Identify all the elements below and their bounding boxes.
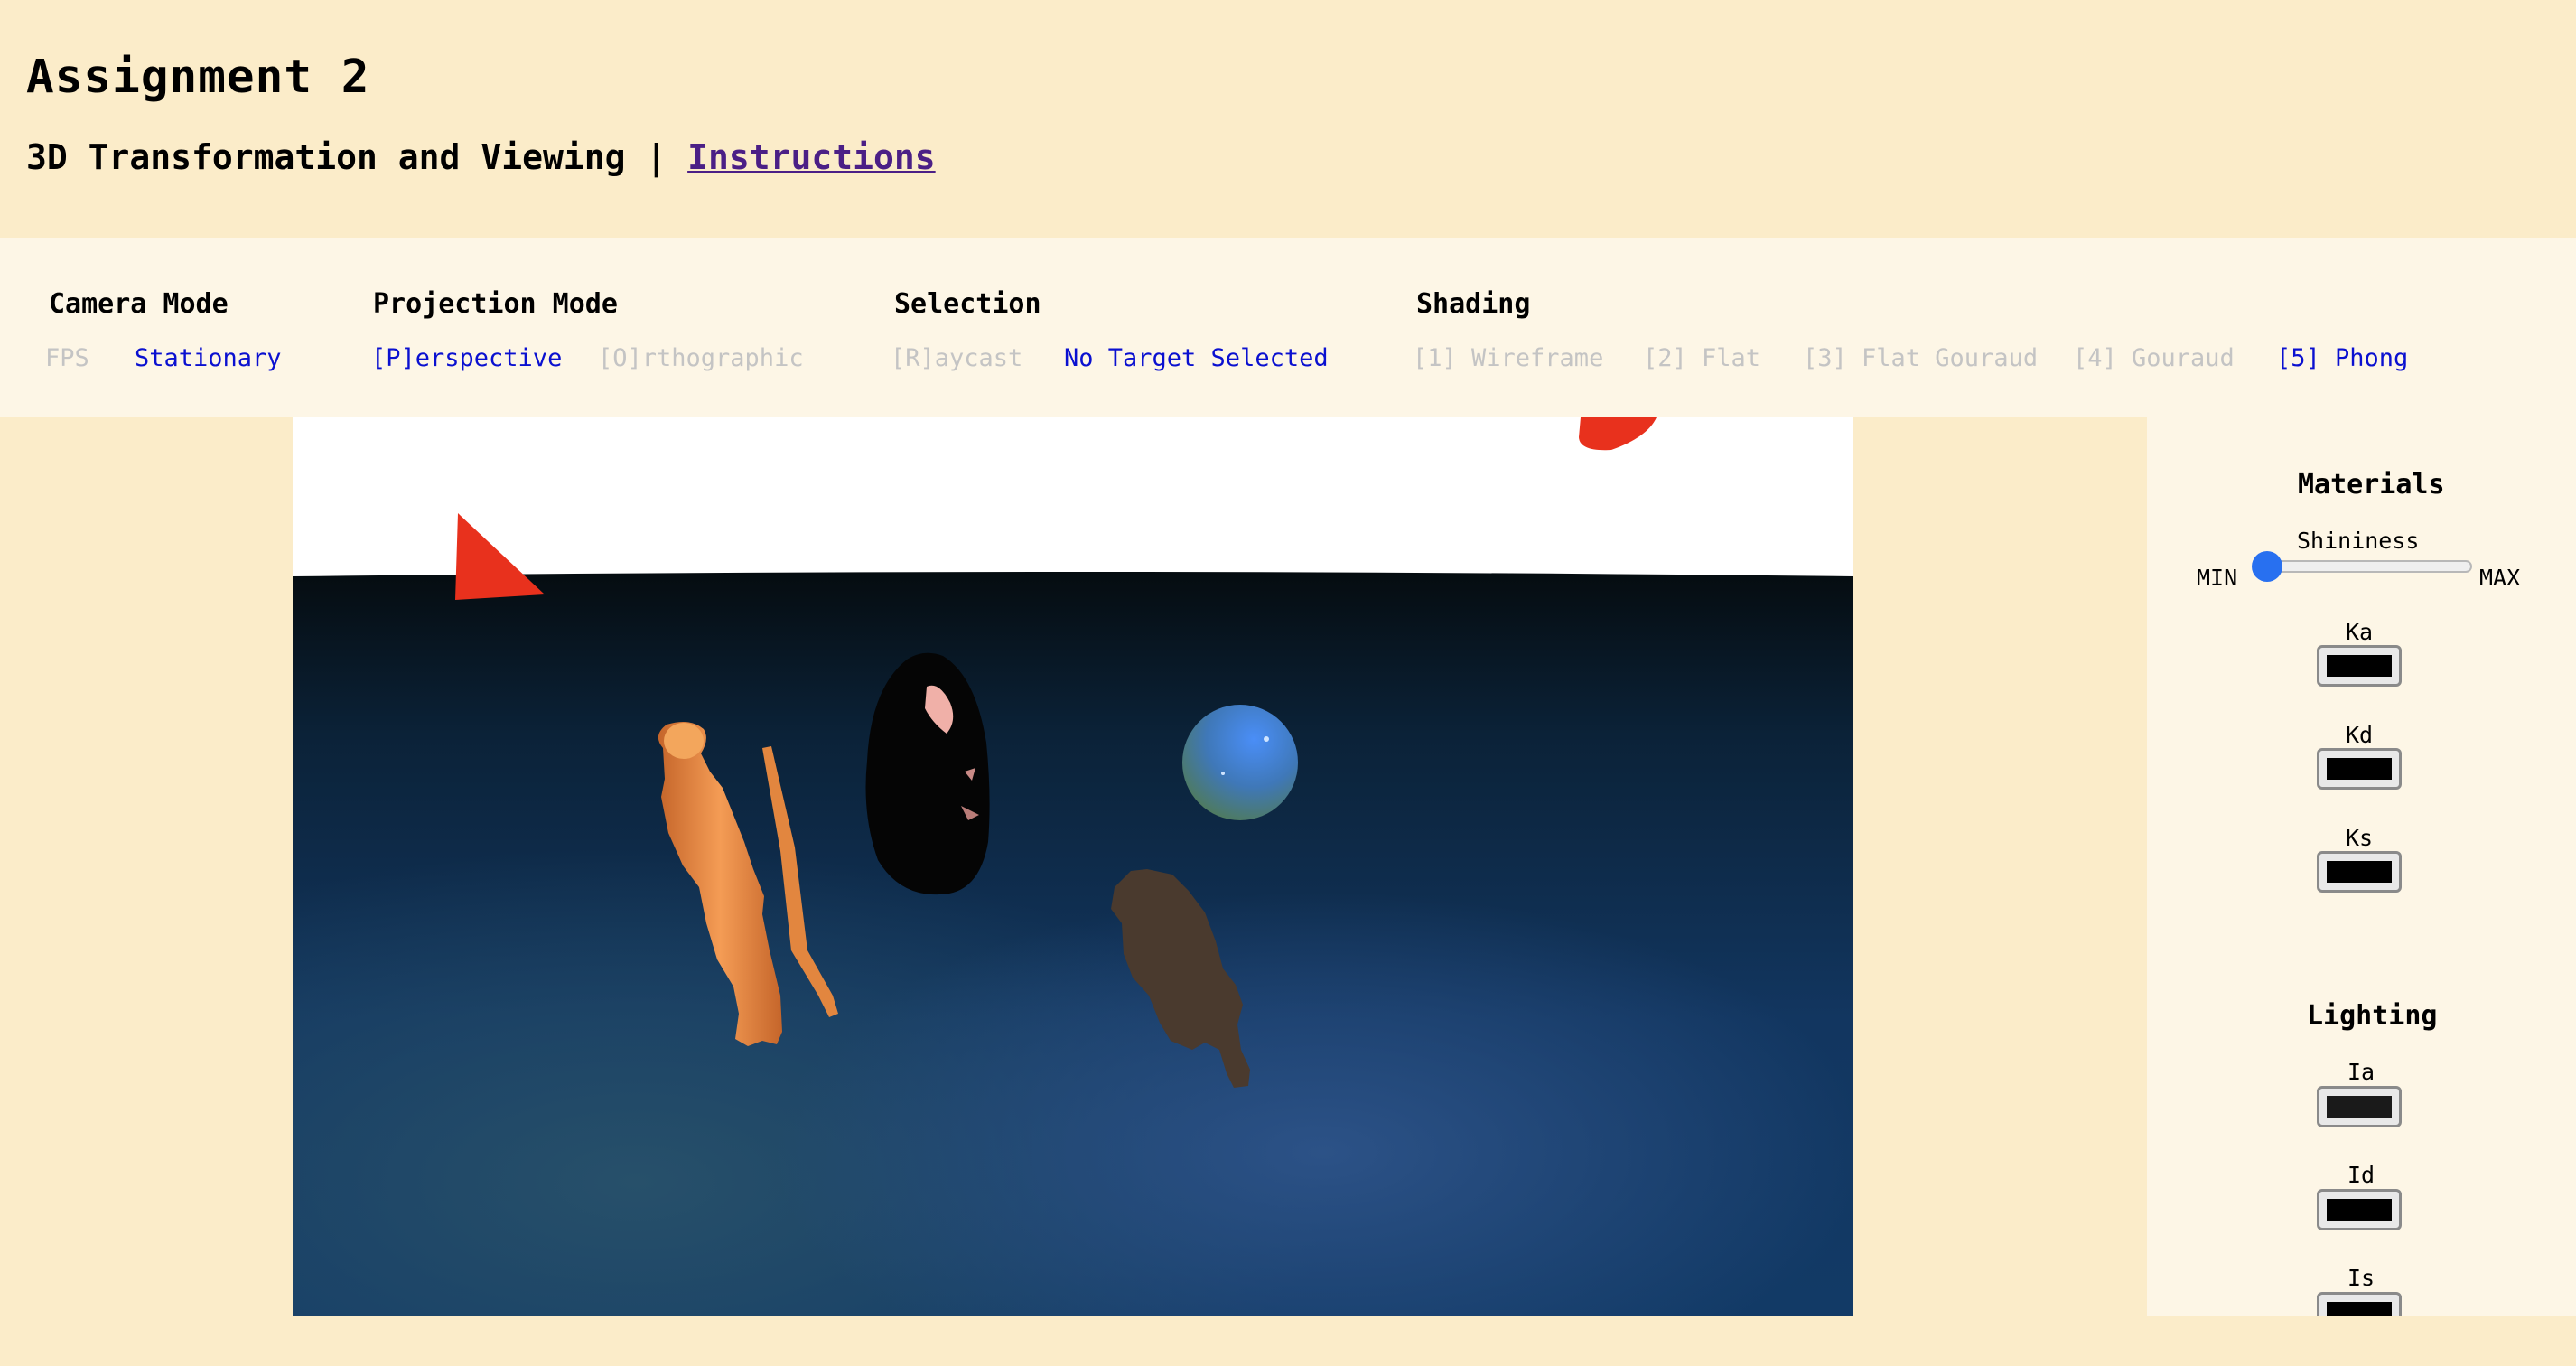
ks-color-fill: [2327, 861, 2392, 883]
kd-color-fill: [2327, 758, 2392, 780]
ka-color-picker[interactable]: [2317, 645, 2402, 687]
control-toolbar: Camera Mode FPS Stationary Projection Mo…: [0, 238, 2576, 417]
kd-color-picker[interactable]: [2317, 748, 2402, 790]
shading-group: Shading [1] Wireframe [2] Flat [3] Flat …: [1413, 288, 2408, 372]
id-color-picker[interactable]: [2317, 1189, 2402, 1230]
scene-canvas[interactable]: [293, 417, 1853, 1316]
shading-gouraud-option[interactable]: [4] Gouraud: [2073, 344, 2235, 372]
projection-mode-group: Projection Mode [P]erspective [O]rthogra…: [371, 288, 804, 372]
is-label: Is: [2347, 1265, 2375, 1291]
shading-label: Shading: [1416, 288, 1531, 320]
page-header: Assignment 2 3D Transformation and Viewi…: [0, 0, 2576, 237]
selection-target-status: No Target Selected: [1064, 344, 1329, 372]
is-color-picker[interactable]: [2317, 1292, 2402, 1316]
projection-mode-label: Projection Mode: [373, 288, 618, 320]
shininess-max-label: MAX: [2479, 565, 2521, 591]
id-color-fill: [2327, 1199, 2392, 1221]
selection-group: Selection [R]aycast No Target Selected: [891, 288, 1329, 372]
floor-glow-right: [293, 572, 1853, 1316]
projection-orthographic-option[interactable]: [O]rthographic: [598, 344, 804, 372]
shininess-slider-thumb[interactable]: [2252, 551, 2282, 582]
shading-wireframe-option[interactable]: [1] Wireframe: [1413, 344, 1603, 372]
selection-label: Selection: [894, 288, 1041, 320]
ks-color-picker[interactable]: [2317, 851, 2402, 893]
render-viewport[interactable]: [293, 417, 1853, 1316]
id-label: Id: [2347, 1162, 2375, 1188]
shininess-slider[interactable]: [2252, 551, 2472, 582]
sphere-specular-2: [1221, 772, 1225, 775]
projection-perspective-option[interactable]: [P]erspective: [371, 344, 562, 372]
shading-phong-option[interactable]: [5] Phong: [2276, 344, 2408, 372]
subtitle-text: 3D Transformation and Viewing |: [26, 137, 667, 177]
shininess-label: Shininess: [2297, 528, 2420, 554]
ka-label: Ka: [2346, 619, 2374, 645]
materials-heading: Materials: [2298, 469, 2445, 501]
properties-panel: Materials Shininess MIN MAX Ka Kd Ks Lig…: [2147, 417, 2576, 1316]
kd-label: Kd: [2346, 722, 2374, 748]
ks-label: Ks: [2346, 825, 2374, 851]
ia-color-picker[interactable]: [2317, 1086, 2402, 1127]
camera-fps-option[interactable]: FPS: [45, 344, 89, 372]
camera-mode-label: Camera Mode: [49, 288, 229, 320]
page-subtitle: 3D Transformation and Viewing | Instruct…: [26, 137, 936, 177]
camera-mode-group: Camera Mode FPS Stationary: [45, 288, 282, 372]
instructions-link[interactable]: Instructions: [687, 137, 936, 177]
shininess-min-label: MIN: [2197, 565, 2238, 591]
shading-flat-gouraud-option[interactable]: [3] Flat Gouraud: [1803, 344, 2038, 372]
lighting-heading: Lighting: [2307, 1000, 2438, 1032]
shading-flat-option[interactable]: [2] Flat: [1643, 344, 1760, 372]
ia-label: Ia: [2347, 1059, 2375, 1085]
shaded-sphere-model[interactable]: [1182, 705, 1298, 820]
sphere-specular: [1264, 736, 1269, 742]
page-title: Assignment 2: [26, 51, 370, 104]
ka-color-fill: [2327, 655, 2392, 677]
selection-raycast-option[interactable]: [R]aycast: [891, 344, 1022, 372]
ia-color-fill: [2327, 1096, 2392, 1118]
monkey-head: [664, 723, 704, 759]
is-color-fill: [2327, 1302, 2392, 1316]
camera-stationary-option[interactable]: Stationary: [135, 344, 282, 372]
